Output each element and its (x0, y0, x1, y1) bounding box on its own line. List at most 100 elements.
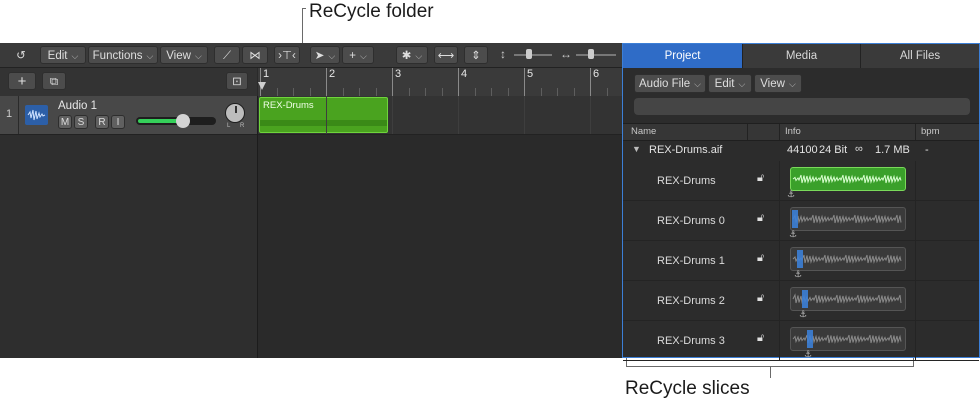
tab-media[interactable]: Media (743, 44, 861, 68)
mute-button[interactable]: M (58, 115, 72, 129)
anchor-icon[interactable]: ⚓︎ (787, 189, 795, 200)
edit-menu-button[interactable]: Edit ⌵ (40, 46, 86, 64)
column-name[interactable]: Name (631, 126, 656, 137)
chevron-down-icon: ⌵ (328, 51, 336, 61)
bar-ruler[interactable]: 1 2 3 4 5 6 (258, 68, 641, 97)
lock-icon[interactable]: 🔓︎ (757, 212, 764, 225)
add-track-button[interactable]: + (8, 72, 36, 90)
column-bpm[interactable]: bpm (921, 126, 939, 137)
global-tracks-button[interactable]: ⊡ (226, 72, 248, 90)
ruler-bar-label: 3 (395, 68, 402, 80)
input-monitor-button[interactable]: I (111, 115, 125, 129)
waveform-thumbnail[interactable] (790, 287, 906, 311)
slice-selection (802, 290, 808, 308)
list-item[interactable]: REX-Drums 🔓︎ ⚓︎ (623, 161, 979, 201)
list-item[interactable]: REX-Drums 3 🔓︎ ⚓︎ (623, 321, 979, 361)
waveform-thumbnail[interactable] (790, 167, 906, 191)
lane-grid-line (590, 96, 591, 134)
browser-view-menu-button[interactable]: View ⌵ (754, 74, 802, 93)
pan-knob[interactable] (225, 103, 245, 123)
volume-fader-knob[interactable] (175, 114, 190, 128)
fit-vertical-button[interactable]: ⇕ (464, 46, 488, 64)
record-button[interactable]: R (95, 115, 109, 129)
automation-button[interactable]: ⟋ (214, 46, 240, 64)
waveform-icon (792, 213, 902, 224)
horizontal-zoom-icon: ↔ (560, 47, 572, 61)
audio-region[interactable]: REX-Drums (259, 97, 388, 133)
lane-grid-line (524, 96, 525, 134)
anchor-icon[interactable]: ⚓︎ (799, 309, 807, 320)
logic-window: ↺ Edit ⌵ Functions ⌵ View ⌵ ⟋ ⋈ ›⊤‹ ➤ ⌵ + ⌵ ✱… (0, 43, 980, 361)
chevron-down-icon: ⌵ (694, 79, 701, 89)
disclosure-triangle-icon[interactable]: ▼ (632, 144, 641, 154)
waveform-track-icon (25, 105, 48, 125)
file-sample-rate: 44100 (787, 144, 818, 156)
track-row[interactable]: 1 Audio 1 M S R I L R (0, 96, 257, 135)
ruler-bar-label: 5 (527, 68, 534, 80)
track-name[interactable]: Audio 1 (58, 100, 97, 112)
ruler-bar-tick (326, 68, 327, 96)
vertical-zoom-knob[interactable] (526, 49, 532, 59)
track-lane: REX-Drums (258, 96, 622, 135)
search-input[interactable] (634, 98, 970, 115)
chevron-down-icon: ⌵ (359, 51, 367, 61)
duplicate-track-button[interactable]: ⧉ (42, 72, 66, 90)
lock-icon[interactable]: 🔓︎ (757, 332, 764, 345)
tracks-toolbar: ↺ Edit ⌵ Functions ⌵ View ⌵ ⟋ ⋈ ›⊤‹ ➤ ⌵ + ⌵ ✱… (0, 43, 622, 68)
vertical-zoom-slider[interactable] (514, 54, 552, 56)
horizontal-zoom-slider[interactable] (576, 54, 616, 56)
column-divider (915, 281, 916, 321)
ruler-beat-tick (441, 88, 443, 96)
file-row[interactable]: ▼ REX-Drums.aif 44100 24 Bit ∞ 1.7 MB - (623, 141, 979, 161)
column-info[interactable]: Info (785, 126, 801, 137)
chevron-down-icon: ⌵ (788, 79, 796, 89)
anchor-icon[interactable]: ⚓︎ (789, 229, 797, 240)
ruler-bar-label: 6 (593, 68, 600, 80)
fit-horizontal-button[interactable]: ⟷ (434, 46, 458, 64)
catch-icon: ↺ (16, 50, 26, 62)
list-item[interactable]: REX-Drums 2 🔓︎ ⚓︎ (623, 281, 979, 321)
pointer-tool-button[interactable]: ➤ ⌵ (310, 46, 340, 64)
row-name: REX-Drums (657, 175, 716, 187)
tab-all-files[interactable]: All Files (861, 44, 979, 68)
lock-icon[interactable]: 🔓︎ (757, 252, 764, 265)
catch-button[interactable]: ↺ (8, 46, 34, 64)
lock-icon[interactable]: 🔓︎ (757, 292, 764, 305)
waveform-thumbnail[interactable] (790, 247, 906, 271)
audio-file-menu-button[interactable]: Audio File ⌵ (634, 74, 706, 93)
file-bit-depth: 24 Bit (819, 144, 848, 156)
playhead-marker-icon[interactable] (258, 82, 266, 90)
waveform-thumbnail[interactable] (790, 327, 906, 351)
ruler-beat-tick (408, 88, 410, 96)
list-item[interactable]: REX-Drums 0 🔓︎ ⚓︎ (623, 201, 979, 241)
ruler-beat-tick (474, 88, 476, 96)
lane-grid-line (326, 96, 327, 134)
secondary-tool-button[interactable]: + ⌵ (342, 46, 374, 64)
snap-icon: ›⊤‹ (278, 50, 296, 62)
view-menu-button[interactable]: View ⌵ (160, 46, 208, 64)
snap-button[interactable]: ›⊤‹ (274, 46, 300, 64)
stereo-icon: ∞ (855, 143, 863, 155)
settings-button[interactable]: ✱ ⌵ (396, 46, 428, 64)
browser-view-menu-label: View (760, 78, 785, 90)
ruler-beat-tick (573, 88, 575, 96)
region-name: REX-Drums (263, 100, 314, 111)
slice-selection (792, 210, 798, 228)
flex-button[interactable]: ⋈ (242, 46, 268, 64)
ruler-bar-tick (458, 68, 459, 96)
functions-menu-button[interactable]: Functions ⌵ (88, 46, 158, 64)
slice-selection (807, 330, 813, 348)
waveform-icon (792, 174, 902, 184)
solo-button[interactable]: S (74, 115, 88, 129)
pan-left-label: L (227, 123, 231, 129)
gear-icon: ✱ (401, 50, 412, 62)
browser-edit-menu-button[interactable]: Edit ⌵ (708, 74, 752, 93)
horizontal-zoom-knob[interactable] (588, 49, 594, 59)
arrange-empty-area[interactable] (258, 135, 622, 358)
list-item[interactable]: REX-Drums 1 🔓︎ ⚓︎ (623, 241, 979, 281)
lock-icon[interactable]: 🔓︎ (757, 172, 764, 185)
waveform-thumbnail[interactable] (790, 207, 906, 231)
anchor-icon[interactable]: ⚓︎ (804, 349, 812, 360)
tab-project[interactable]: Project (623, 44, 743, 68)
anchor-icon[interactable]: ⚓︎ (794, 269, 802, 280)
